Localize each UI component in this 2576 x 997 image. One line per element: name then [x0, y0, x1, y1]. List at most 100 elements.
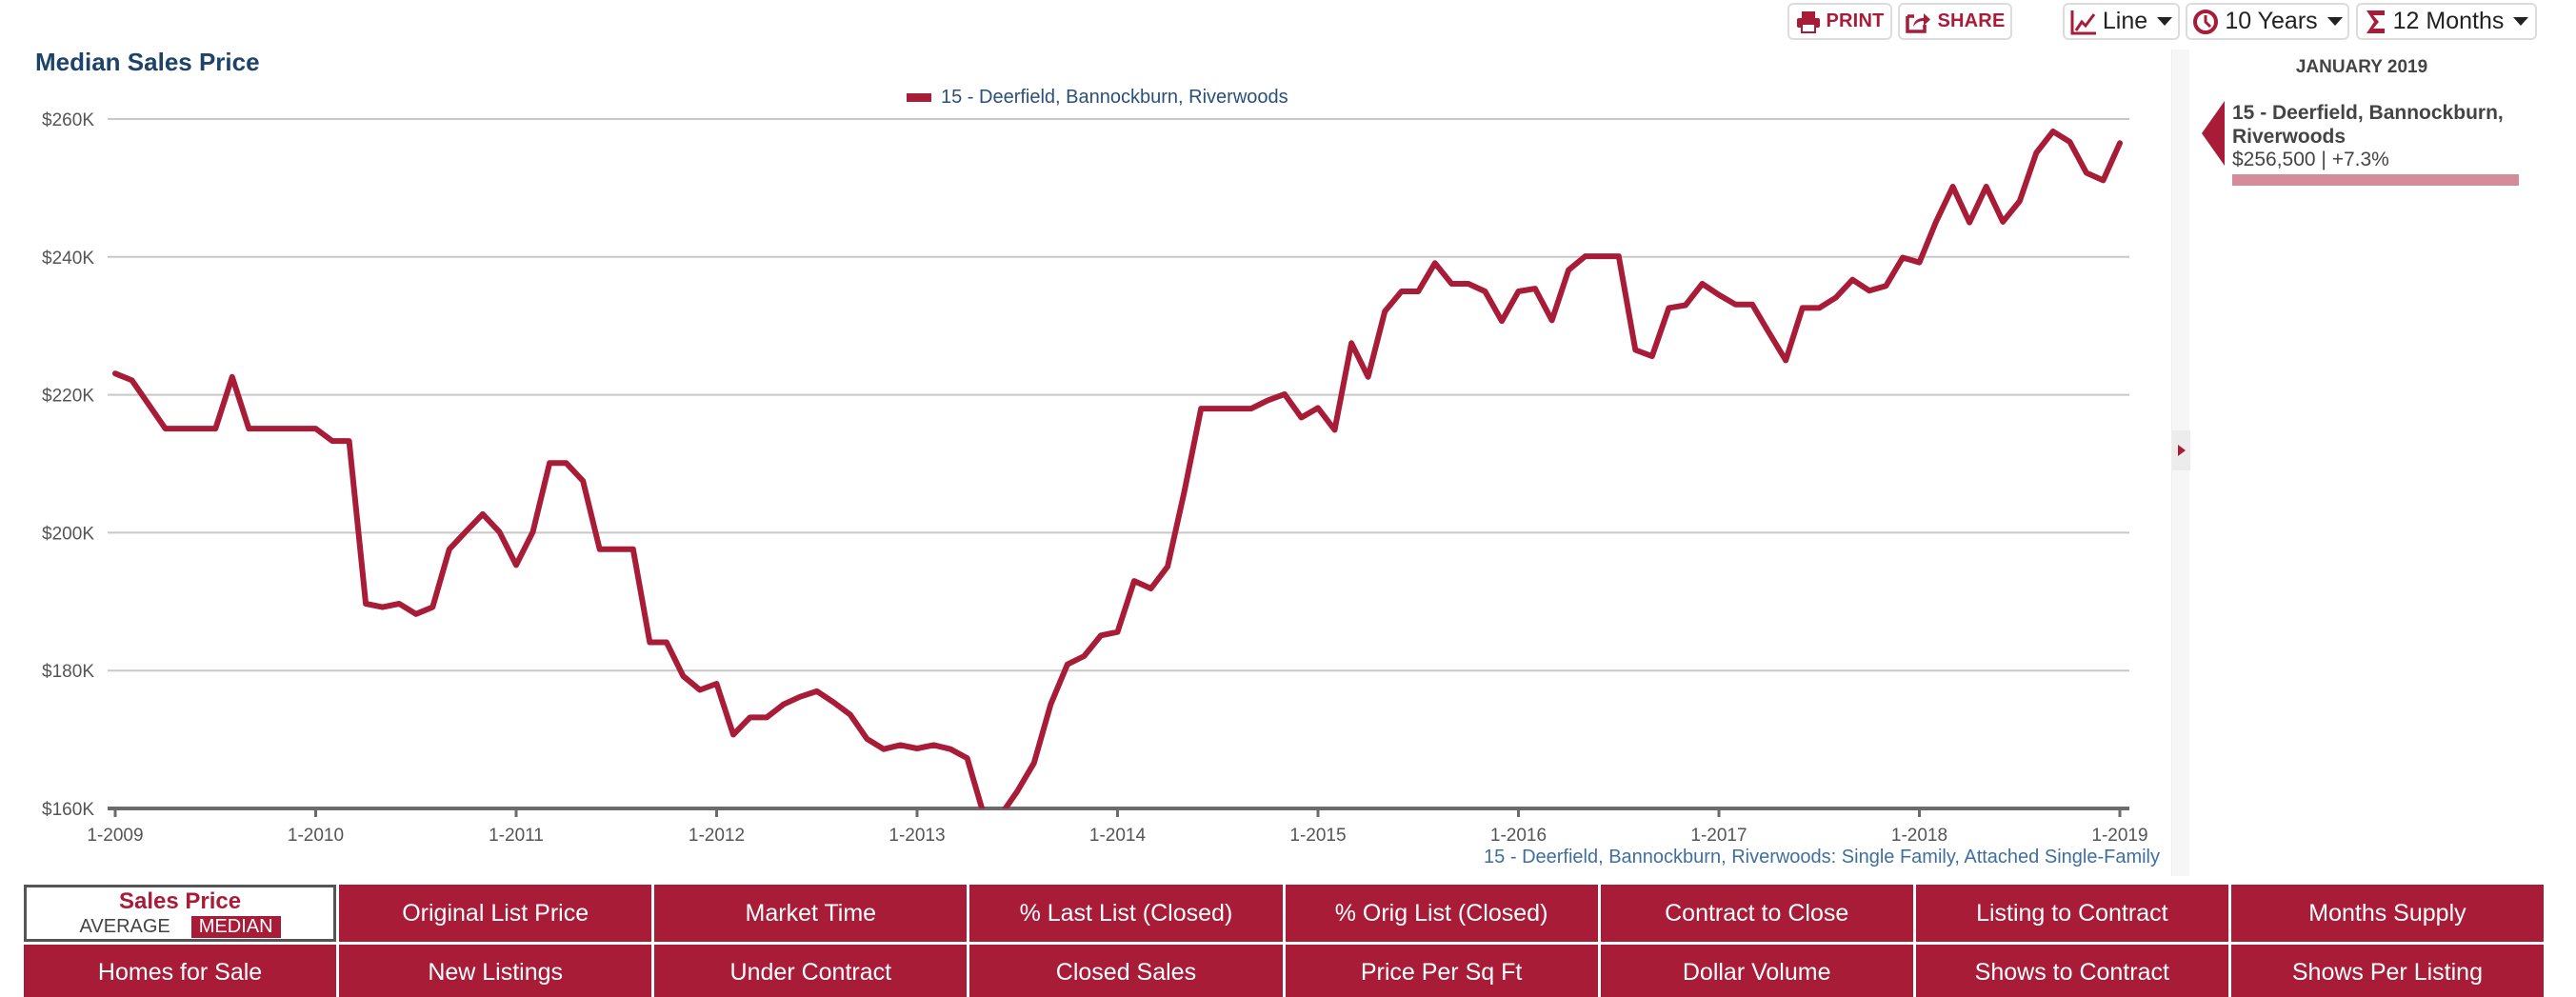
- data-point: [1632, 348, 1638, 353]
- data-point: [179, 426, 185, 431]
- data-point: [313, 426, 319, 431]
- data-point: [196, 426, 202, 431]
- data-point: [1666, 305, 1671, 310]
- tab-under-contract[interactable]: Under Contract: [654, 945, 968, 997]
- data-point: [1081, 653, 1087, 659]
- data-point: [981, 812, 987, 818]
- data-point: [630, 547, 636, 552]
- data-point: [1800, 305, 1806, 310]
- data-point: [1767, 329, 1772, 335]
- y-tick-label: $260K: [42, 110, 94, 130]
- data-point: [1031, 760, 1037, 766]
- pointer-arrow-icon: [2202, 101, 2225, 166]
- data-point: [1967, 220, 1972, 226]
- clock-icon: [2193, 9, 2219, 34]
- data-point: [764, 714, 769, 720]
- data-point: [463, 528, 469, 534]
- period-value: 10 Years: [2225, 8, 2318, 34]
- data-point: [1599, 253, 1605, 259]
- data-point: [347, 438, 352, 444]
- tooltip-series-name: 15 - Deerfield, Bannockburn, Riverwoods: [2232, 102, 2504, 148]
- average-toggle[interactable]: AVERAGE: [80, 916, 170, 938]
- data-point: [1649, 353, 1655, 359]
- data-point: [530, 529, 536, 535]
- collapse-panel-button[interactable]: [2172, 430, 2190, 470]
- data-point: [279, 426, 285, 431]
- data-point: [597, 547, 603, 552]
- data-point: [1499, 318, 1505, 324]
- data-point: [680, 673, 686, 679]
- data-point: [1332, 428, 1338, 433]
- data-point: [212, 426, 218, 431]
- data-point: [564, 460, 569, 466]
- tab-months-supply[interactable]: Months Supply: [2230, 885, 2544, 942]
- y-tick-label: $160K: [42, 800, 94, 820]
- data-point: [1883, 283, 1888, 289]
- y-tick-label: $180K: [42, 662, 94, 682]
- data-point: [1248, 406, 1254, 411]
- data-point: [897, 742, 903, 748]
- data-point: [1148, 586, 1154, 591]
- x-tick-label: 1-2013: [889, 826, 945, 846]
- chevron-down-icon: [2513, 17, 2529, 26]
- data-point: [1382, 309, 1388, 314]
- data-point: [613, 547, 619, 552]
- x-tick-label: 1-2010: [288, 826, 344, 846]
- tab-sales-price[interactable]: Sales Price AVERAGE MEDIAN: [24, 885, 337, 942]
- tab-original-list-price[interactable]: Original List Price: [339, 885, 652, 942]
- x-tick-label: 1-2012: [689, 826, 745, 846]
- data-point: [647, 640, 652, 646]
- data-point: [1182, 489, 1188, 494]
- data-point: [1699, 281, 1705, 287]
- data-point: [730, 732, 736, 738]
- data-point: [1131, 578, 1137, 584]
- period-dropdown[interactable]: 10 Years: [2186, 3, 2349, 40]
- side-panel-divider: [2171, 50, 2190, 876]
- tab-price-per-sq-ft[interactable]: Price Per Sq Ft: [1285, 945, 1598, 997]
- data-point: [1315, 405, 1321, 410]
- median-toggle[interactable]: MEDIAN: [190, 915, 281, 938]
- data-point: [1583, 253, 1588, 259]
- data-point: [429, 605, 435, 610]
- data-point: [263, 426, 269, 431]
- tab-shows-per-listing[interactable]: Shows Per Listing: [2230, 945, 2544, 997]
- tooltip-entry: 15 - Deerfield, Bannockburn, Riverwoods …: [2200, 101, 2576, 186]
- data-point: [1733, 302, 1739, 308]
- tab-shows-to-contract[interactable]: Shows to Contract: [1915, 945, 2228, 997]
- rolling-value: 12 Months: [2392, 8, 2505, 34]
- data-point: [1683, 302, 1688, 308]
- data-point: [864, 736, 869, 742]
- data-point: [1549, 317, 1555, 323]
- data-point: [1900, 255, 1906, 261]
- data-point: [1816, 305, 1822, 310]
- data-point: [881, 747, 887, 752]
- chart-caption: 15 - Deerfield, Bannockburn, Riverwoods:…: [1484, 847, 2160, 867]
- tab-last-list-closed[interactable]: % Last List (Closed): [969, 885, 1283, 942]
- line-chart[interactable]: $160K $180K $200K $220K $240K $260K 1-2009 1-2…: [0, 0, 2171, 876]
- y-tick-label: $220K: [42, 387, 94, 407]
- tab-market-time[interactable]: Market Time: [654, 885, 968, 942]
- data-point: [697, 687, 703, 692]
- tab-dollar-volume[interactable]: Dollar Volume: [1600, 945, 1913, 997]
- data-point: [2067, 139, 2072, 145]
- data-point: [480, 511, 486, 517]
- x-tick-label: 1-2009: [87, 826, 143, 846]
- data-point: [1532, 286, 1538, 291]
- data-point: [1231, 406, 1237, 411]
- tab-listing-to-contract[interactable]: Listing to Contract: [1915, 885, 2228, 942]
- tab-homes-for-sale[interactable]: Homes for Sale: [24, 945, 337, 997]
- metric-tabs: Sales Price AVERAGE MEDIAN Original List…: [24, 885, 2544, 997]
- data-point: [580, 478, 586, 484]
- data-point: [1448, 281, 1454, 287]
- data-point: [112, 370, 118, 376]
- tab-contract-to-close[interactable]: Contract to Close: [1600, 885, 1913, 942]
- x-tick-label: 1-2015: [1289, 826, 1346, 846]
- data-point: [781, 702, 787, 708]
- tab-new-listings[interactable]: New Listings: [339, 945, 652, 997]
- data-point: [797, 694, 803, 700]
- data-point: [1849, 277, 1855, 283]
- data-point: [1366, 374, 1371, 380]
- rolling-dropdown[interactable]: 12 Months: [2356, 3, 2537, 40]
- tab-orig-list-closed[interactable]: % Orig List (Closed): [1285, 885, 1598, 942]
- tab-closed-sales[interactable]: Closed Sales: [969, 945, 1283, 997]
